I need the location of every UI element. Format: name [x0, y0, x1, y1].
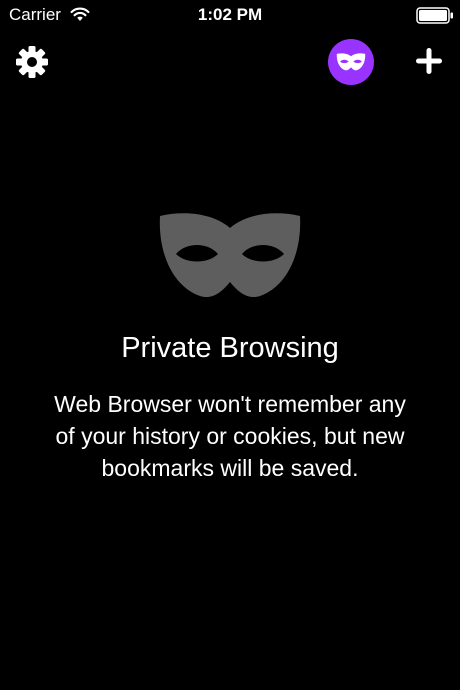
status-bar: Carrier 1:02 PM	[0, 0, 460, 30]
private-browsing-empty-state: Private Browsing Web Browser won't remem…	[0, 210, 460, 484]
plus-icon	[416, 48, 442, 74]
empty-state-message: Web Browser won't remember any of your h…	[54, 391, 406, 481]
private-browsing-toggle[interactable]	[328, 39, 374, 85]
gear-icon	[16, 46, 48, 78]
status-time: 1:02 PM	[197, 5, 263, 24]
battery-icon	[416, 7, 453, 24]
empty-state-title: Private Browsing	[121, 332, 339, 364]
new-tab-button[interactable]	[408, 40, 450, 82]
mask-icon	[159, 213, 301, 298]
settings-button[interactable]	[12, 42, 52, 82]
mask-icon	[336, 53, 366, 71]
